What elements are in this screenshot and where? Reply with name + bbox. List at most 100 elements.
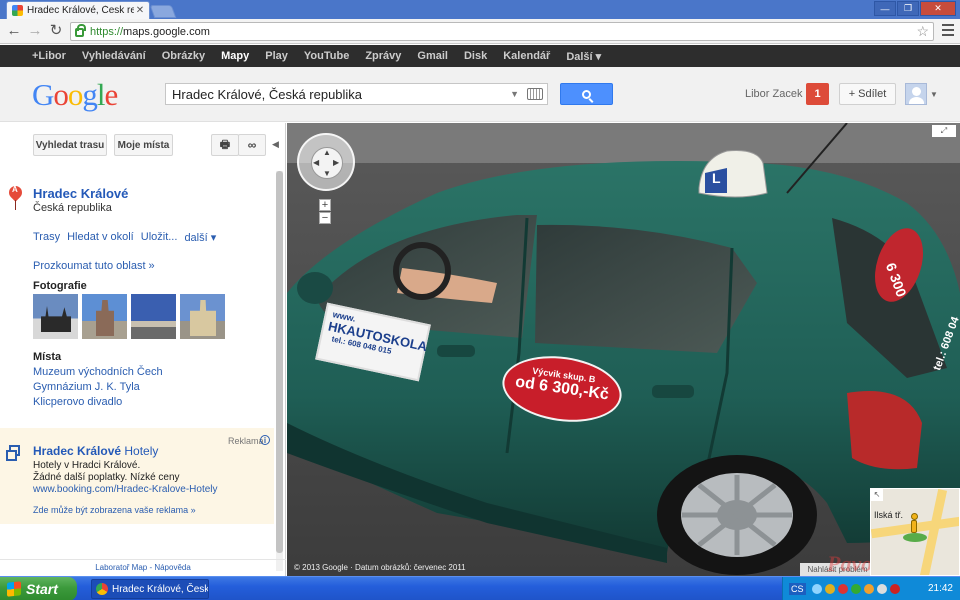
expand-icon[interactable]: ⤢ xyxy=(932,125,956,137)
marker-tail xyxy=(15,200,16,210)
place-link[interactable]: Klicperovo divadlo xyxy=(33,395,163,410)
info-icon[interactable]: i xyxy=(260,435,270,445)
browser-toolbar: ← → ↻ https:// maps.google.com ☆ xyxy=(0,19,960,44)
route-button[interactable]: Vyhledat trasu xyxy=(33,134,107,156)
collapse-panel-icon[interactable]: ◀ xyxy=(272,139,279,150)
back-arrow-icon[interactable]: ← xyxy=(4,22,24,40)
ad-description: Hotely v Hradci Králové. xyxy=(33,460,141,471)
street-view[interactable]: 6 300 tel.: 608 04 www. HKAUTOSKOLA tel.… xyxy=(287,123,960,576)
place-link[interactable]: Muzeum východních Čech xyxy=(33,365,163,380)
gbar-item-images[interactable]: Obrázky xyxy=(162,50,205,62)
window-controls: — ❐ ✕ xyxy=(874,1,956,16)
pegman-head xyxy=(911,513,918,520)
clock[interactable]: 21:42 xyxy=(928,583,953,594)
gbar-item-maps[interactable]: Mapy xyxy=(221,50,249,62)
place-name-link[interactable]: Hradec Králové xyxy=(33,186,128,201)
reload-icon[interactable]: ↻ xyxy=(46,22,66,40)
my-places-button[interactable]: Moje místa xyxy=(114,134,173,156)
ad-url-link[interactable]: www.booking.com/Hradec-Kralove-Hotely xyxy=(33,484,218,495)
ad-title-link[interactable]: Hradec Králové Hotely xyxy=(33,444,158,458)
photos-heading: Fotografie xyxy=(33,280,87,292)
gbar-item-gmail[interactable]: Gmail xyxy=(417,50,448,62)
pan-left-icon[interactable]: ◀ xyxy=(313,158,319,167)
share-button[interactable]: + Sdílet xyxy=(839,83,896,105)
minimap[interactable]: ↖ Ilská tř. xyxy=(870,488,960,576)
start-button[interactable]: Start xyxy=(0,577,77,600)
search-nearby-link[interactable]: Hledat v okolí xyxy=(67,231,134,244)
browser-menu-icon[interactable] xyxy=(942,24,954,38)
address-bar[interactable]: https:// maps.google.com ☆ xyxy=(70,22,934,41)
tray-icon[interactable] xyxy=(889,584,900,594)
bookmark-star-icon[interactable]: ☆ xyxy=(916,23,929,40)
avatar[interactable] xyxy=(905,83,927,105)
search-dropdown-icon[interactable]: ▼ xyxy=(510,89,519,99)
print-button[interactable]: 🖶 xyxy=(211,134,239,156)
pan-up-icon[interactable]: ▲ xyxy=(323,148,331,157)
tray-icon[interactable] xyxy=(837,584,848,594)
photo-thumbnail[interactable] xyxy=(180,294,225,339)
gbar-item-youtube[interactable]: YouTube xyxy=(304,50,349,62)
minimap-collapse-icon[interactable]: ↖ xyxy=(871,489,883,501)
maximize-icon[interactable]: ❐ xyxy=(897,1,919,16)
gbar-item-drive[interactable]: Disk xyxy=(464,50,487,62)
pegman-icon[interactable] xyxy=(909,513,919,537)
ad-label: Reklama xyxy=(228,436,264,446)
ad-title-rest: Hotely xyxy=(121,444,159,458)
user-name[interactable]: Libor Zacek xyxy=(745,88,802,100)
places-heading: Místa xyxy=(33,351,62,363)
minimize-icon[interactable]: — xyxy=(874,1,896,16)
zoom-out-button[interactable]: − xyxy=(319,212,331,224)
minimap-street-label: Ilská tř. xyxy=(874,510,904,520)
search-input[interactable]: Hradec Králové, Česká republika ▼ xyxy=(165,83,548,105)
gbar-item-news[interactable]: Zprávy xyxy=(365,50,401,62)
lock-icon xyxy=(75,24,86,37)
search-button[interactable] xyxy=(560,83,613,105)
tray-icon[interactable] xyxy=(824,584,835,594)
pan-right-icon[interactable]: ▶ xyxy=(333,158,339,167)
place-link[interactable]: Gymnázium J. K. Tyla xyxy=(33,380,163,395)
tray-icon[interactable] xyxy=(850,584,861,594)
marker-letter: A xyxy=(12,185,18,194)
tray-icon[interactable] xyxy=(876,584,887,594)
gbar-item-plus[interactable]: +Libor xyxy=(32,50,66,62)
link-button[interactable]: ∞ xyxy=(238,134,266,156)
forward-arrow-icon[interactable]: → xyxy=(25,22,45,40)
scrollbar-thumb[interactable] xyxy=(276,171,283,553)
photo-thumbnail[interactable] xyxy=(131,294,176,339)
google-logo[interactable]: Google xyxy=(32,77,118,113)
browser-tab-strip: Hradec Králové, Česk republi ✕ — ❐ ✕ xyxy=(0,0,960,19)
start-label: Start xyxy=(26,581,58,597)
panel-scrollbar[interactable] xyxy=(276,171,283,571)
taskbar-item-chrome[interactable]: Hradec Králové, Česk... xyxy=(91,579,209,599)
tray-icon[interactable] xyxy=(811,584,822,594)
gbar-item-more[interactable]: Další ▾ xyxy=(566,50,601,63)
keyboard-icon[interactable] xyxy=(527,88,543,100)
notification-badge[interactable]: 1 xyxy=(806,83,829,105)
more-link[interactable]: další ▾ xyxy=(184,231,216,244)
language-indicator[interactable]: CS xyxy=(789,583,806,595)
ad-where-link[interactable]: Zde může být zobrazena vaše reklama » xyxy=(33,505,196,515)
explore-area-link[interactable]: Prozkoumat tuto oblast » xyxy=(33,260,155,272)
zoom-control: + − xyxy=(319,199,333,225)
photo-thumbnail[interactable] xyxy=(33,294,78,339)
directions-link[interactable]: Trasy xyxy=(33,231,60,244)
url-scheme: https:// xyxy=(90,25,124,38)
save-link[interactable]: Uložit... xyxy=(141,231,178,244)
new-tab-button[interactable] xyxy=(149,5,177,18)
browser-tab-maps[interactable]: Hradec Králové, Česk republi ✕ xyxy=(6,1,150,19)
google-bar: +Libor Vyhledávání Obrázky Mapy Play You… xyxy=(0,45,960,67)
tab-close-icon[interactable]: ✕ xyxy=(134,5,146,16)
gbar-item-play[interactable]: Play xyxy=(265,50,288,62)
ad-box: Reklama i Hradec Králové Hotely Hotely v… xyxy=(0,428,274,524)
gbar-item-calendar[interactable]: Kalendář xyxy=(503,50,550,62)
close-window-icon[interactable]: ✕ xyxy=(920,1,956,16)
pan-down-icon[interactable]: ▼ xyxy=(323,169,331,178)
zoom-in-button[interactable]: + xyxy=(319,199,331,211)
imagery-copyright: © 2013 Google · Datum obrázků: červenec … xyxy=(294,563,466,572)
tray-icon[interactable] xyxy=(863,584,874,594)
left-panel: Vyhledat trasu Moje místa 🖶 ∞ ◀ A Hradec… xyxy=(0,123,286,576)
panel-footer-links[interactable]: Laboratoř Map - Nápověda xyxy=(0,559,286,576)
account-dropdown-icon[interactable]: ▼ xyxy=(930,90,938,99)
gbar-item-search[interactable]: Vyhledávání xyxy=(82,50,146,62)
photo-thumbnail[interactable] xyxy=(82,294,127,339)
